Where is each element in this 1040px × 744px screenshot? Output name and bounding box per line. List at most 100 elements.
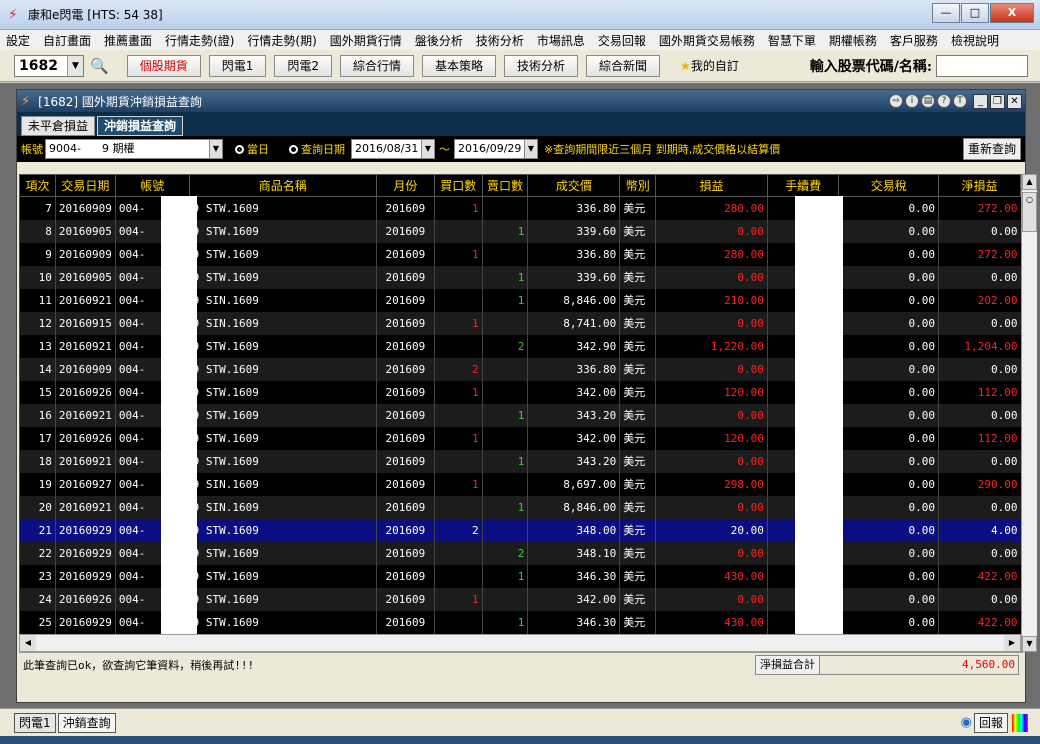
table-cell: 7 [19, 196, 56, 220]
column-header[interactable]: 項次 [19, 174, 56, 197]
menu-bar: 設定 自訂畫面 推薦畫面 行情走勢(證) 行情走勢(期) 國外期貨行情 盤後分析… [0, 30, 1040, 50]
table-cell: 4.00 [938, 518, 1021, 542]
table-cell: 0.00 [655, 219, 768, 243]
menu-item[interactable]: 推薦畫面 [104, 32, 152, 49]
radio-date[interactable] [289, 144, 298, 154]
menu-item[interactable]: 行情走勢(期) [247, 32, 316, 49]
menu-item[interactable]: 自訂畫面 [43, 32, 91, 49]
column-header[interactable]: 幣別 [619, 174, 657, 197]
toolbar-button-flash1[interactable]: 閃電1 [208, 54, 267, 77]
table-cell: 201609 [375, 564, 435, 588]
table-cell: 343.20 [527, 403, 620, 427]
radio-today[interactable] [235, 144, 244, 154]
menu-item[interactable]: 市場訊息 [537, 32, 585, 49]
column-header[interactable]: 淨損益 [938, 174, 1021, 197]
toolbar-button-flash2[interactable]: 閃電2 [274, 54, 332, 77]
child-close-button[interactable]: ✕ [1007, 93, 1022, 109]
date-from-select[interactable]: 2016/08/31 ▼ [351, 139, 435, 159]
toolbar-button-strategy[interactable]: 基本策略 [422, 54, 497, 77]
menu-item[interactable]: 智慧下單 [768, 32, 816, 49]
toolbar-button-market[interactable]: 綜合行情 [339, 54, 414, 77]
column-header[interactable]: 交易稅 [838, 174, 940, 197]
report-icon: ◉ [960, 715, 972, 730]
table-cell: 201609 [375, 426, 435, 450]
report-button[interactable]: 回報 [973, 712, 1008, 733]
column-header[interactable]: 手續費 [766, 174, 840, 197]
pin-icon[interactable]: T [953, 94, 967, 108]
tab-offset-query[interactable]: 沖銷損益查詢 [97, 116, 184, 136]
table-cell: 202.00 [938, 288, 1021, 312]
table-cell: 美元 [619, 472, 656, 496]
column-header[interactable]: 商品名稱 [188, 174, 377, 197]
table-cell: 美元 [619, 449, 656, 473]
refresh-query-button[interactable]: 重新查詢 [962, 138, 1021, 160]
date-to-select[interactable]: 2016/09/29 ▼ [454, 139, 538, 159]
toolbar-button-stock-futures[interactable]: 個股期貨 [126, 54, 201, 77]
table-cell: 201609 [375, 219, 435, 243]
chevron-down-icon[interactable]: ▼ [67, 55, 83, 76]
scroll-left-icon[interactable]: ◀ [20, 635, 36, 651]
close-button[interactable]: X [990, 3, 1034, 23]
info-icon[interactable]: i [905, 94, 919, 108]
task-button-flash1[interactable]: 閃電1 [14, 712, 56, 733]
table-cell [433, 495, 483, 519]
maximize-button[interactable]: □ [961, 3, 989, 23]
column-header[interactable]: 帳號 [114, 174, 190, 197]
color-palette-icon[interactable] [1012, 713, 1028, 732]
tab-open-positions[interactable]: 未平倉損益 [21, 116, 96, 136]
table-cell: 2 [481, 541, 528, 565]
table-cell: 0.00 [838, 219, 939, 243]
table-cell: 201609 [375, 541, 435, 565]
toolbar-button-news[interactable]: 綜合新聞 [586, 54, 661, 77]
menu-item[interactable]: 盤後分析 [415, 32, 463, 49]
minimize-button[interactable]: — [932, 3, 960, 23]
favorite-link[interactable]: ★我的自訂 [680, 57, 739, 74]
scroll-down-icon[interactable]: ▼ [1022, 636, 1037, 652]
table-cell: 0.00 [938, 357, 1021, 381]
stock-search-input[interactable] [936, 54, 1028, 77]
child-minimize-button[interactable]: _ [973, 93, 988, 109]
table-cell: 8,741.00 [527, 311, 620, 335]
table-cell: 0.00 [838, 380, 939, 404]
search-icon[interactable]: 🔍 [90, 57, 109, 75]
table-cell [433, 403, 483, 427]
table-cell: 342.90 [527, 334, 620, 358]
menu-item[interactable]: 設定 [6, 32, 30, 49]
vertical-scrollbar[interactable]: ▲ ○ ▼ [1021, 174, 1037, 652]
column-header[interactable]: 賣口數 [481, 174, 529, 197]
table-cell: 0.00 [938, 403, 1021, 427]
menu-item[interactable]: 期權帳務 [829, 32, 877, 49]
horizontal-scrollbar[interactable]: ◀ ▶ [19, 634, 1021, 652]
export-icon[interactable]: ⇨ [889, 94, 903, 108]
menu-item[interactable]: 國外期貨交易帳務 [659, 32, 755, 49]
column-header[interactable]: 交易日期 [54, 174, 116, 197]
chevron-down-icon[interactable]: ▼ [421, 140, 434, 158]
table-cell: 0.00 [938, 219, 1021, 243]
menu-item[interactable]: 客戶服務 [890, 32, 938, 49]
table-cell: 336.80 [527, 196, 620, 220]
stock-code-select[interactable]: 1682 ▼ [14, 54, 84, 77]
table-cell: 15 [19, 380, 56, 404]
menu-item[interactable]: 交易回報 [598, 32, 646, 49]
print-icon[interactable]: ▤ [921, 94, 935, 108]
help-icon[interactable]: ? [937, 94, 951, 108]
table-cell: 1 [481, 495, 528, 519]
chevron-down-icon[interactable]: ▼ [209, 140, 222, 158]
menu-item[interactable]: 行情走勢(證) [165, 32, 234, 49]
task-button-offset-query[interactable]: 沖銷查詢 [57, 712, 116, 733]
chevron-down-icon[interactable]: ▼ [524, 140, 537, 158]
menu-item[interactable]: 檢視說明 [951, 32, 999, 49]
table-cell: 0.00 [655, 357, 768, 381]
column-header[interactable]: 月份 [375, 174, 435, 197]
column-header[interactable]: 買口數 [433, 174, 483, 197]
column-header[interactable]: 損益 [655, 174, 768, 197]
scroll-thumb[interactable]: ○ [1022, 192, 1037, 232]
menu-item[interactable]: 國外期貨行情 [330, 32, 402, 49]
menu-item[interactable]: 技術分析 [476, 32, 524, 49]
child-restore-button[interactable]: ❐ [990, 93, 1005, 109]
account-select[interactable]: 9004- 9 期權 ▼ [45, 139, 223, 159]
toolbar-button-technical[interactable]: 技術分析 [504, 54, 579, 77]
scroll-right-icon[interactable]: ▶ [1004, 635, 1020, 651]
scroll-up-icon[interactable]: ▲ [1022, 174, 1037, 190]
column-header[interactable]: 成交價 [527, 174, 621, 197]
